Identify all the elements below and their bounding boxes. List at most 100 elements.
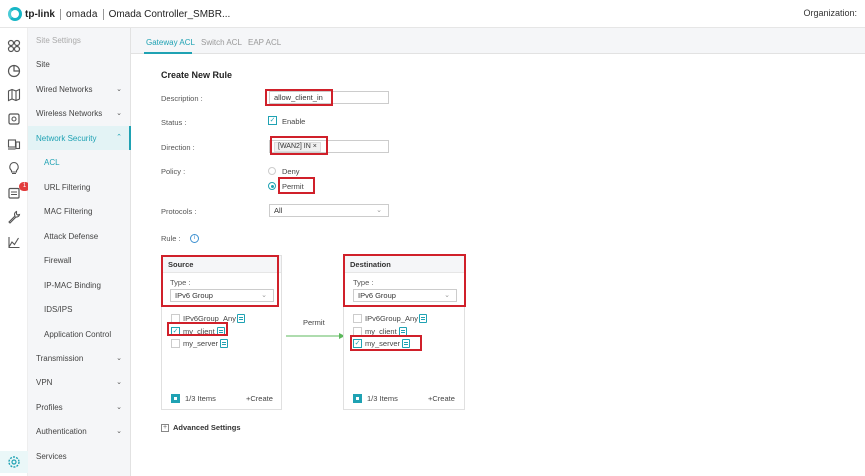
permit-radio[interactable]	[268, 182, 276, 190]
chevron-down-icon: ⌄	[116, 110, 122, 117]
tab-switch-acl[interactable]: Switch ACL	[201, 38, 242, 47]
protocols-value: All	[274, 206, 283, 215]
deny-radio[interactable]	[268, 167, 276, 175]
chevron-down-icon: ⌄	[376, 207, 382, 214]
arrow-right-icon	[286, 333, 345, 339]
menu-item-label: ACL	[44, 157, 60, 167]
menu-item-label: Firewall	[44, 255, 72, 265]
highlight-box	[265, 89, 333, 106]
brand-omada: omada	[66, 8, 98, 20]
menu-item-attack-defense[interactable]: Attack Defense	[28, 224, 131, 248]
menu-item-label: Attack Defense	[44, 231, 99, 241]
rule-label: Rule :	[161, 234, 181, 243]
organization-label[interactable]: Organization:	[803, 8, 857, 18]
status-label: Status :	[161, 118, 187, 127]
tab-gateway-acl[interactable]: Gateway ACL	[146, 38, 195, 47]
source-count: 1/3 Items	[185, 394, 216, 403]
menu-item-label: Authentication	[36, 426, 87, 436]
tools-icon[interactable]	[6, 209, 22, 225]
direction-label: Direction :	[161, 143, 195, 152]
info-icon[interactable]: i	[190, 234, 199, 243]
menu-item-site[interactable]: Site	[28, 52, 131, 76]
menu-item-wired-networks[interactable]: Wired Networks ⌄	[28, 77, 131, 101]
destination-create-button[interactable]: +Create	[428, 394, 455, 403]
menu-item-label: Wired Networks	[36, 84, 93, 94]
report-icon[interactable]	[6, 234, 22, 250]
site-settings-menu: Site Settings Site Wired Networks ⌄ Wirel…	[28, 28, 131, 476]
brand-tp-link: tp-link	[25, 8, 55, 20]
description-label: Description :	[161, 94, 203, 103]
insight-icon[interactable]	[6, 160, 22, 176]
create-label: Create	[432, 394, 455, 403]
menu-item-label: Services	[36, 451, 67, 461]
menu-item-application-control[interactable]: Application Control	[28, 322, 131, 346]
icon-rail: 1	[0, 28, 30, 476]
highlight-box	[343, 254, 466, 307]
menu-item-authentication[interactable]: Authentication ⌄	[28, 419, 131, 443]
settings-icon[interactable]	[0, 451, 28, 473]
menu-item-label: Network Security	[36, 133, 97, 143]
menu-item-label: IDS/IPS	[44, 304, 73, 314]
details-icon[interactable]	[220, 339, 228, 348]
menu-item-acl[interactable]: ACL	[28, 150, 131, 174]
menu-item-label: Transmission	[36, 353, 84, 363]
destination-item-checkbox[interactable]	[353, 314, 362, 323]
source-item-checkbox[interactable]	[171, 339, 180, 348]
policy-label: Policy :	[161, 167, 186, 176]
select-all-checkbox[interactable]	[171, 394, 180, 403]
menu-item-label: Application Control	[44, 329, 112, 339]
map-icon[interactable]	[6, 87, 22, 103]
menu-item-label: MAC Filtering	[44, 206, 93, 216]
chevron-down-icon: ⌄	[116, 428, 122, 435]
details-icon[interactable]	[419, 314, 427, 323]
select-all-checkbox[interactable]	[353, 394, 362, 403]
create-label: Create	[250, 394, 273, 403]
deny-label: Deny	[282, 167, 300, 176]
chevron-down-icon: ⌄	[116, 379, 122, 386]
menu-item-wireless-networks[interactable]: Wireless Networks ⌄	[28, 101, 131, 125]
menu-item-label: Profiles	[36, 402, 63, 412]
tab-eap-acl[interactable]: EAP ACL	[248, 38, 281, 47]
menu-item-url-filtering[interactable]: URL Filtering	[28, 175, 131, 199]
statistics-icon[interactable]	[6, 63, 22, 79]
details-icon[interactable]	[237, 314, 245, 323]
highlight-box	[270, 136, 328, 155]
protocols-label: Protocols :	[161, 207, 197, 216]
arrow-label: Permit	[303, 318, 325, 327]
highlight-box	[278, 177, 315, 194]
brand[interactable]: tp-link omada Omada Controller_SMBR...	[8, 6, 230, 22]
create-rule-form: Create New Rule Description : allow_clie…	[131, 54, 865, 476]
divider	[60, 8, 61, 20]
menu-item-firewall[interactable]: Firewall	[28, 248, 131, 272]
expand-icon[interactable]: +	[161, 424, 169, 432]
highlight-box	[167, 322, 228, 336]
menu-item-label: Site	[36, 59, 50, 69]
menu-item-ip-mac-binding[interactable]: IP-MAC Binding	[28, 273, 131, 297]
divider	[102, 8, 104, 20]
page-title: Create New Rule	[161, 70, 233, 80]
devices-icon[interactable]	[6, 111, 22, 127]
menu-item-vpn[interactable]: VPN ⌄	[28, 370, 131, 394]
clients-icon[interactable]	[6, 136, 22, 152]
highlight-box	[161, 255, 279, 307]
dashboard-icon[interactable]	[6, 38, 22, 54]
protocols-select[interactable]: All ⌄	[269, 204, 389, 217]
enable-checkbox[interactable]: ✓	[268, 116, 277, 125]
tp-link-logo-icon	[8, 7, 22, 21]
advanced-settings-toggle[interactable]: Advanced Settings	[173, 423, 241, 432]
menu-item-services[interactable]: Services	[28, 444, 131, 468]
top-bar: tp-link omada Omada Controller_SMBR... O…	[0, 0, 865, 28]
menu-item-label: IP-MAC Binding	[44, 280, 101, 290]
log-icon[interactable]: 1	[6, 182, 30, 201]
source-create-button[interactable]: +Create	[246, 394, 273, 403]
menu-item-mac-filtering[interactable]: MAC Filtering	[28, 199, 131, 223]
menu-item-network-security[interactable]: Network Security ⌃	[28, 126, 131, 150]
chevron-down-icon: ⌄	[116, 86, 122, 93]
controller-title[interactable]: Omada Controller_SMBR...	[109, 9, 231, 20]
destination-item-label: IPv6Group_Any	[365, 314, 418, 323]
acl-tabs: Gateway ACL Switch ACL EAP ACL	[131, 28, 865, 54]
menu-item-ids-ips[interactable]: IDS/IPS	[28, 297, 131, 321]
destination-count: 1/3 Items	[367, 394, 398, 403]
menu-item-transmission[interactable]: Transmission ⌄	[28, 346, 131, 370]
menu-item-profiles[interactable]: Profiles ⌄	[28, 395, 131, 419]
